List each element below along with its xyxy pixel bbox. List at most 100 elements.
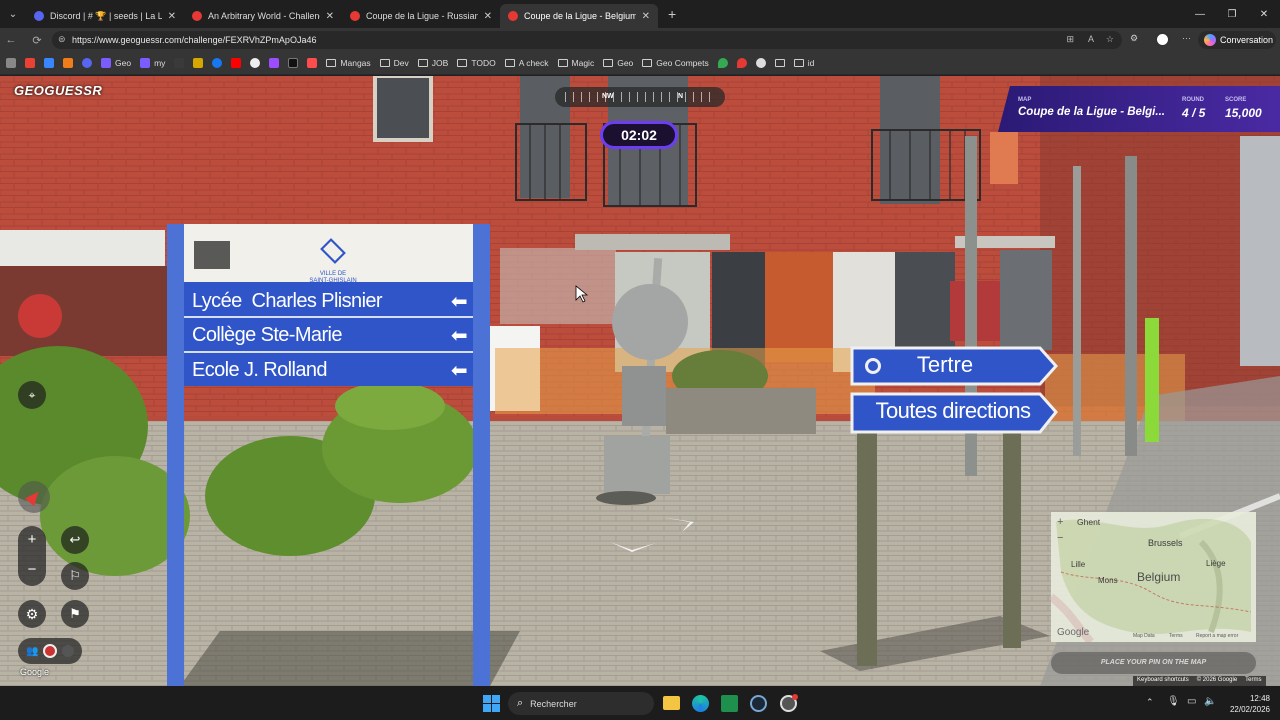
bookmark-gmail[interactable] [25, 58, 35, 68]
bookmark-heart[interactable] [269, 58, 280, 68]
score-label: SCORE [1225, 97, 1247, 103]
bookmark-folder-mangas[interactable]: Mangas [326, 58, 371, 68]
bookmark-folder-a-check[interactable]: A check [504, 58, 549, 68]
minimize-icon[interactable]: — [1184, 0, 1216, 28]
players-pill[interactable]: 👥 [18, 638, 82, 664]
bookmark-folder-empty[interactable] [774, 59, 785, 67]
bookmark-folder-id[interactable]: id [793, 58, 814, 68]
terms-link[interactable]: Terms [1241, 676, 1265, 686]
browser-tab[interactable]: Coupe de la Ligue - Belgium - Cha ✕ [500, 4, 658, 28]
edge-icon[interactable] [692, 695, 709, 712]
bookmark-geo[interactable]: Geo [101, 58, 131, 68]
sign-right-row-2: Toutes directions [875, 398, 1031, 423]
compass-button[interactable] [18, 481, 50, 513]
bookmark-geoguessr[interactable] [736, 58, 747, 68]
bookmark-apps[interactable] [6, 58, 16, 68]
network-icon[interactable]: ▭ [1187, 696, 1196, 707]
maximize-icon[interactable]: ❐ [1216, 0, 1248, 28]
zoom-in-button[interactable]: + [18, 526, 46, 556]
taskbar-search-placeholder: Rechercher [530, 698, 577, 709]
guess-minimap[interactable]: Ghent Brussels Lille Liège Mons Belgium … [1051, 512, 1256, 642]
file-explorer-icon[interactable] [663, 696, 680, 710]
keyboard-shortcuts-link[interactable]: Keyboard shortcuts [1133, 676, 1193, 686]
microphone-icon[interactable]: 🎙 [1167, 696, 1180, 707]
bookmark-folder-geo[interactable]: Geo [603, 58, 633, 68]
flag-button[interactable]: ⚑ [61, 600, 89, 628]
street-view-panorama[interactable]: VILLE DE SAINT-GHISLAIN Lycée Charles Pl… [0, 76, 1280, 686]
clock-date: 22/02/2026 [1229, 705, 1270, 714]
volume-icon[interactable]: 🔈 [1204, 696, 1216, 707]
bookmark-folder-magic[interactable]: Magic [557, 58, 594, 68]
clock[interactable]: 12:48 22/02/2026 [1226, 693, 1270, 715]
browser-tab[interactable]: Coupe de la Ligue - Russian Empir ✕ [342, 4, 500, 28]
browser-tab[interactable]: Discord | # 🏆 | seeds | La Ligu ✕ [26, 4, 184, 28]
minimap-zoom-out[interactable]: − [1057, 532, 1063, 544]
minimap-terms[interactable]: Terms [1169, 633, 1183, 639]
bookmark-chrome[interactable] [755, 58, 766, 68]
people-icon: 👥 [26, 645, 39, 657]
bookmark-maps[interactable] [717, 58, 728, 68]
minimap-google-logo: Google [1057, 627, 1090, 638]
bookmark-folder-todo[interactable]: TODO [457, 58, 496, 68]
site-info-icon[interactable]: ⊜ [58, 34, 66, 45]
read-aloud-icon[interactable]: A [1088, 34, 1094, 44]
apps-icon[interactable]: ⊞ [1066, 34, 1074, 45]
return-to-start-button[interactable]: ⚐ [61, 562, 89, 590]
taskbar-search[interactable]: ⌕ Rechercher [508, 692, 654, 715]
address-bar[interactable]: ⊜ https://www.geoguessr.com/challenge/FE… [52, 31, 1122, 49]
tab-title: Discord | # 🏆 | seeds | La Ligu [50, 10, 162, 21]
back-icon[interactable]: ← [0, 34, 22, 46]
bookmark-facebook[interactable] [212, 58, 223, 68]
new-tab-button[interactable]: + [668, 6, 676, 22]
bookmark-edge[interactable] [44, 58, 54, 68]
close-tab-icon[interactable]: ✕ [168, 11, 176, 22]
sign-left-text-1: Lycée Charles Plisnier [192, 289, 383, 312]
copilot-button[interactable]: Conversation [1198, 31, 1276, 49]
round-timer: 02:02 [600, 121, 678, 149]
bookmark-youtube[interactable] [231, 58, 242, 68]
undo-move-button[interactable]: ↩ [61, 526, 89, 554]
bookmark-folder-dev[interactable]: Dev [379, 58, 409, 68]
reload-icon[interactable]: ⟳ [26, 34, 48, 47]
profile-icon[interactable] [1155, 32, 1170, 47]
bookmark-folder-job[interactable]: JOB [417, 58, 448, 68]
minimap-zoom-in[interactable]: + [1057, 516, 1063, 528]
search-icon: ⌕ [517, 697, 524, 709]
tray-chevron-icon[interactable]: ⌃ [1146, 697, 1154, 708]
browser-tab[interactable]: An Arbitrary World - Challenge - G ✕ [184, 4, 342, 28]
bookmark-folder-geo-compets[interactable]: Geo Compets [642, 58, 709, 68]
sign-left-text-3: Ecole J. Rolland [192, 358, 328, 381]
start-button[interactable] [483, 695, 500, 712]
minimap-report[interactable]: Report a map error [1196, 633, 1238, 639]
windows-taskbar: ⌕ Rechercher ⌃ 🎙 ▭ 🔈 12:48 22/02/2026 [0, 686, 1280, 720]
bookmark-mc[interactable] [193, 58, 204, 68]
tab-search-chevron-icon[interactable]: ⌄ [0, 9, 26, 20]
close-tab-icon[interactable]: ✕ [642, 11, 650, 22]
close-tab-icon[interactable]: ✕ [326, 11, 334, 22]
steam-icon[interactable] [750, 695, 767, 712]
menu-dots-icon[interactable]: ··· [1182, 33, 1191, 43]
bookmark-orange[interactable] [63, 58, 73, 68]
bookmark-circle[interactable] [250, 58, 261, 68]
bookmark-star-icon[interactable]: ☆ [1106, 34, 1114, 45]
close-window-icon[interactable]: ✕ [1248, 0, 1280, 28]
minimap-liege: Liège [1206, 559, 1226, 568]
bookmark-e[interactable] [288, 58, 299, 68]
zoom-out-button[interactable]: − [18, 556, 46, 586]
bookmark-discord[interactable] [82, 58, 92, 68]
settings-button[interactable]: ⚙ [18, 600, 46, 628]
close-tab-icon[interactable]: ✕ [484, 11, 492, 22]
extensions-icon[interactable]: ⚙ [1130, 33, 1138, 44]
address-toolbar: ← ⟳ ⊜ https://www.geoguessr.com/challeng… [0, 28, 1280, 52]
minimap-map-data: Map Data [1133, 633, 1155, 639]
geoguessr-logo[interactable]: GEOGUESSR [14, 83, 102, 98]
bookmark-my[interactable]: my [140, 58, 165, 68]
google-watermark: Google [20, 667, 50, 677]
avatar [62, 645, 75, 657]
excel-icon[interactable] [721, 695, 738, 712]
bookmark-f[interactable] [307, 58, 318, 68]
set-location-button[interactable]: ⌖ [18, 381, 46, 409]
bookmark-leaf[interactable] [174, 58, 185, 68]
place-pin-button[interactable]: PLACE YOUR PIN ON THE MAP [1051, 652, 1256, 674]
copilot-icon [1204, 34, 1216, 46]
